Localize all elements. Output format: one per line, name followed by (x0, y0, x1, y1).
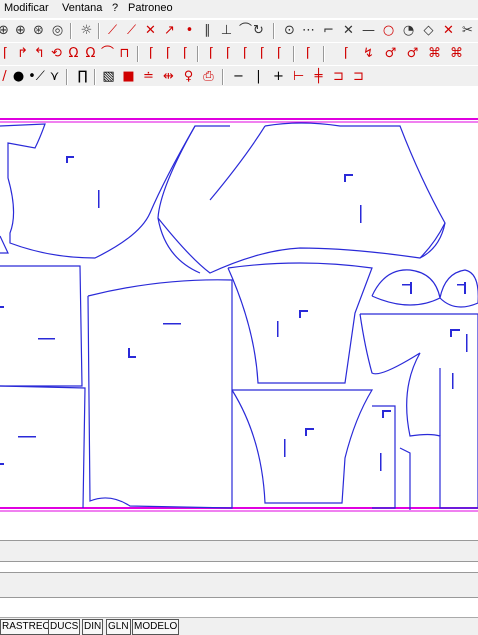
piece-23-icon[interactable]: ⌘ (448, 45, 465, 62)
toolbar-separator (222, 69, 224, 85)
piece-22-icon[interactable]: ⌘ (426, 45, 443, 62)
toolbar-separator (66, 69, 68, 85)
stack-icon[interactable]: ≐ (140, 68, 157, 85)
mark-icon[interactable]: ⊢ (290, 68, 307, 85)
hatch-icon[interactable]: ▧ (100, 68, 117, 85)
piece-19-icon[interactable]: ↯ (360, 45, 377, 62)
menu-patroneo[interactable]: Patroneo (128, 2, 173, 14)
piece-11-icon[interactable]: ⌈ (177, 45, 194, 62)
pattern-drawing[interactable] (0, 118, 478, 514)
menu-bar: Modificar Ventana ? Patroneo (0, 0, 478, 18)
cross-line-icon[interactable]: ✕ (340, 22, 357, 39)
toolbar-separator (137, 46, 139, 62)
person-icon[interactable]: ♀ (180, 68, 197, 85)
line-icon[interactable]: ⟋ (104, 22, 121, 39)
toolbar-separator (70, 23, 72, 39)
piece-20-icon[interactable]: ♂ (382, 45, 399, 62)
piece-5-icon[interactable]: Ω (65, 45, 82, 62)
piece-7-icon[interactable]: ⌒ (99, 45, 116, 62)
pattern-canvas[interactable] (0, 118, 478, 514)
canvas-margin (0, 86, 478, 118)
circle-icon[interactable]: ○ (380, 22, 397, 39)
arrows-icon[interactable]: ⇹ (160, 68, 177, 85)
piece-1-icon[interactable]: ⌈ (0, 45, 14, 62)
piece-18-icon[interactable]: ⌈ (338, 45, 355, 62)
piece-3-icon[interactable]: ↰ (31, 45, 48, 62)
command-history (0, 561, 478, 572)
piece-2-icon[interactable]: ↱ (14, 45, 31, 62)
toolbar-separator (197, 46, 199, 62)
notch-icon[interactable]: ⋎ (46, 68, 63, 85)
cross-icon[interactable]: ✕ (142, 22, 159, 39)
toolbar-separator (293, 46, 295, 62)
command-input[interactable] (0, 572, 478, 597)
black-dot-icon[interactable]: ● (10, 68, 27, 85)
tab-ducs[interactable]: DUCS (48, 619, 81, 635)
piece-15-icon[interactable]: ⌈ (254, 45, 271, 62)
box-icon[interactable]: ∏ (74, 68, 91, 85)
command-line-area (0, 540, 478, 561)
status-area (0, 597, 478, 618)
circle-rotate-icon[interactable]: ◔ (400, 22, 417, 39)
piece-14-icon[interactable]: ⌈ (237, 45, 254, 62)
toolbar-separator (98, 23, 100, 39)
scissors-icon[interactable]: ✂ (459, 22, 476, 39)
dotted-line-icon[interactable]: ⋯ (300, 22, 317, 39)
menu-ventana[interactable]: Ventana (62, 2, 102, 14)
piece-13-icon[interactable]: ⌈ (220, 45, 237, 62)
menu-modificar[interactable]: Modificar (4, 2, 49, 14)
plus-icon[interactable]: + (270, 68, 287, 85)
arrow-line-icon[interactable]: ↗ (161, 22, 178, 39)
toolbar-drawing: ⊕ ⊕ ⊛ ◎ ☼ ⟋ ⟋ ✕ ↗ • ∥ ⊥ ⌒ ↻ ⊙ ⋯ ⌐ ✕ — ○ … (0, 19, 478, 43)
piece-16-icon[interactable]: ⌈ (271, 45, 288, 62)
tab-rastreo[interactable]: RASTREO (0, 619, 53, 635)
piece-4-icon[interactable]: ⟲ (48, 45, 65, 62)
toolbar-pieces: ⌈ ↱ ↰ ⟲ Ω Ω ⌒ ⊓ ⌈ ⌈ ⌈ ⌈ ⌈ ⌈ ⌈ ⌈ ⌈ ⌈ ↯ ♂ … (0, 42, 478, 66)
piece-10-icon[interactable]: ⌈ (160, 45, 177, 62)
erase-icon[interactable]: ◇ (420, 22, 437, 39)
piece-9-icon[interactable]: ⌈ (143, 45, 160, 62)
zoom-in-icon[interactable]: ⊕ (0, 22, 12, 39)
zoom-prev-icon[interactable]: ◎ (49, 22, 66, 39)
vline-icon[interactable]: | (250, 68, 267, 85)
minus-icon[interactable]: − (230, 68, 247, 85)
zoom-all-icon[interactable]: ⊛ (30, 22, 47, 39)
point-icon[interactable]: • (181, 22, 198, 39)
piece-6-icon[interactable]: Ω (82, 45, 99, 62)
dash-line-icon[interactable]: — (360, 22, 377, 39)
red-square-icon[interactable]: ■ (120, 68, 137, 85)
piece-21-icon[interactable]: ♂ (404, 45, 421, 62)
toolbar-separator (94, 69, 96, 85)
perpendicular-icon[interactable]: ⊥ (218, 22, 235, 39)
delete-red-icon[interactable]: ✕ (440, 22, 457, 39)
piece-17-icon[interactable]: ⌈ (300, 45, 317, 62)
red-box2-icon[interactable]: ⊐ (350, 68, 367, 85)
polyline-icon[interactable]: ⟋ (123, 22, 140, 39)
piece-12-icon[interactable]: ⌈ (203, 45, 220, 62)
red-box-icon[interactable]: ⊐ (330, 68, 347, 85)
hand-icon[interactable]: ☼ (78, 22, 95, 39)
menu-help[interactable]: ? (112, 2, 118, 14)
corner-icon[interactable]: ⌐ (320, 22, 337, 39)
circle-point-icon[interactable]: ⊙ (281, 22, 298, 39)
red-plus-icon[interactable]: ╪ (310, 68, 327, 85)
rotate-icon[interactable]: ↻ (250, 22, 267, 39)
status-tabs: RASTREO DUCS DIN GLN MODELO (0, 617, 478, 635)
tab-modelo[interactable]: MODELO (132, 619, 180, 635)
dot-line-icon[interactable]: •⟋ (28, 68, 45, 85)
zoom-window-icon[interactable]: ⊕ (12, 22, 29, 39)
tab-din[interactable]: DIN (82, 619, 104, 635)
printer-icon[interactable]: ⎙ (200, 68, 217, 85)
toolbar-separator (273, 23, 275, 39)
tab-gln[interactable]: GLN (106, 619, 131, 635)
toolbar-separator (323, 46, 325, 62)
parallel-icon[interactable]: ∥ (199, 22, 216, 39)
piece-8-icon[interactable]: ⊓ (116, 45, 133, 62)
